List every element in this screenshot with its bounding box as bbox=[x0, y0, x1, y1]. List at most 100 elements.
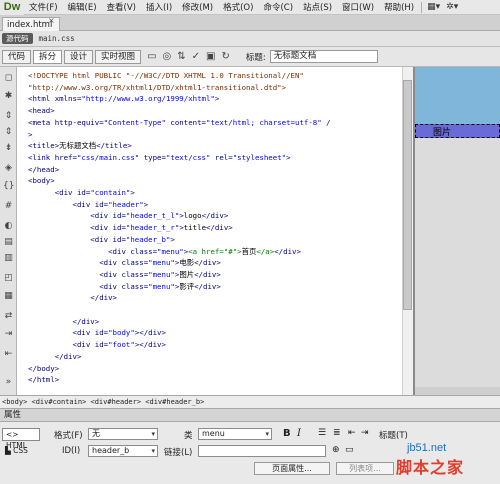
unordered-list-icon[interactable]: ☰ bbox=[318, 428, 326, 438]
file-management-icon[interactable]: ⇅ bbox=[177, 51, 185, 62]
menu-commands[interactable]: 命令(C) bbox=[258, 1, 298, 13]
remove-comment-icon[interactable]: ▥ bbox=[3, 253, 14, 263]
page-properties-button[interactable]: 页面属性... bbox=[254, 462, 330, 475]
title-prop-label: 标题(T) bbox=[379, 431, 408, 441]
design-menu-block[interactable] bbox=[415, 124, 500, 138]
multiscreen-icon[interactable]: ▭ bbox=[147, 51, 156, 62]
code-line[interactable]: <div id="header_b"> bbox=[28, 234, 175, 246]
code-line[interactable]: <body> bbox=[28, 175, 55, 187]
design-horizontal-scrollbar[interactable] bbox=[415, 387, 500, 395]
design-header-block[interactable] bbox=[415, 67, 500, 124]
code-line[interactable]: <meta http-equiv="Content-Type" content=… bbox=[28, 117, 331, 129]
code-scroll-thumb[interactable] bbox=[403, 80, 412, 310]
highlight-invalid-icon[interactable]: ◐ bbox=[3, 221, 14, 231]
menu-site[interactable]: 站点(S) bbox=[298, 1, 337, 13]
code-line[interactable]: <div id="header"> bbox=[28, 199, 149, 211]
apply-comment-icon[interactable]: ▤ bbox=[3, 237, 14, 247]
code-line[interactable]: <div id="contain"> bbox=[28, 187, 135, 199]
point-to-file-icon[interactable]: ⊕ bbox=[332, 445, 340, 455]
open-documents-icon[interactable]: ◻ bbox=[3, 73, 14, 83]
id-select[interactable]: header_b bbox=[88, 445, 158, 457]
code-line[interactable]: <head> bbox=[28, 105, 55, 117]
menu-modify[interactable]: 修改(M) bbox=[177, 1, 218, 13]
menu-file[interactable]: 文件(F) bbox=[24, 1, 63, 13]
refresh-icon[interactable]: ↻ bbox=[221, 51, 229, 62]
code-line[interactable]: <div id="header_t_l">logo</div> bbox=[28, 210, 228, 222]
show-code-navigator-icon[interactable]: ✱ bbox=[3, 91, 14, 101]
more-tools-icon[interactable]: » bbox=[3, 377, 14, 387]
watermark-text: 脚本之家 bbox=[396, 460, 465, 477]
code-line[interactable]: > bbox=[28, 129, 32, 141]
menu-help[interactable]: 帮助(H) bbox=[379, 1, 419, 13]
collapse-selection-icon[interactable]: ⇕ bbox=[3, 127, 14, 137]
menu-window[interactable]: 窗口(W) bbox=[337, 1, 379, 13]
gear-icon[interactable]: ✲▾ bbox=[443, 2, 461, 12]
code-line[interactable]: <div id="body"></div> bbox=[28, 327, 166, 339]
code-line[interactable]: </html> bbox=[28, 374, 59, 386]
design-menu-text: 图片 bbox=[433, 128, 452, 138]
tag-selector[interactable]: <body> <div#contain> <div#header> <div#h… bbox=[0, 395, 500, 409]
outdent-icon[interactable]: ⇤ bbox=[348, 428, 356, 438]
properties-panel-header[interactable]: 属性 bbox=[0, 409, 500, 422]
title-input[interactable]: 无标题文档 bbox=[269, 50, 378, 63]
code-line[interactable]: <div class="menu">图片</div> bbox=[28, 269, 221, 281]
code-line[interactable]: "http://www.w3.org/TR/xhtml1/DTD/xhtml1-… bbox=[28, 82, 286, 94]
id-value: header_b bbox=[92, 446, 130, 455]
move-css-icon[interactable]: ⇄ bbox=[3, 311, 14, 321]
line-numbers-icon[interactable]: # bbox=[3, 201, 14, 211]
design-view-button[interactable]: 设计 bbox=[64, 49, 94, 64]
source-code-button[interactable]: 源代码 bbox=[2, 33, 33, 44]
link-input[interactable] bbox=[198, 445, 326, 457]
wrap-tag-icon[interactable]: ◰ bbox=[3, 273, 14, 283]
live-view-button[interactable]: 实时视图 bbox=[95, 49, 142, 64]
code-line[interactable]: </body> bbox=[28, 363, 59, 375]
expand-all-icon[interactable]: ⇟ bbox=[3, 143, 14, 153]
code-line[interactable]: <div id="foot"></div> bbox=[28, 339, 166, 351]
css-properties-button[interactable]: ▙ CSS bbox=[2, 444, 40, 457]
code-line[interactable]: </div> bbox=[28, 292, 117, 304]
menu-format[interactable]: 格式(O) bbox=[218, 1, 258, 13]
select-parent-tag-icon[interactable]: ◈ bbox=[3, 163, 14, 173]
format-select[interactable]: 无 bbox=[88, 428, 158, 440]
code-line[interactable]: <div class="menu">电影</div> bbox=[28, 257, 221, 269]
code-line[interactable]: <link href="css/main.css" type="text/css… bbox=[28, 152, 291, 164]
preview-browser-icon[interactable]: ◎ bbox=[163, 51, 172, 62]
bold-icon[interactable]: B bbox=[283, 428, 291, 439]
visual-aids-icon[interactable]: ▣ bbox=[206, 51, 215, 62]
indent-code-icon[interactable]: ⇥ bbox=[3, 329, 14, 339]
recent-snippets-icon[interactable]: ▦ bbox=[3, 291, 14, 301]
close-icon[interactable]: × bbox=[48, 16, 55, 25]
format-label: 格式(F) bbox=[54, 431, 83, 441]
related-file-main-css[interactable]: main.css bbox=[39, 34, 75, 43]
balance-braces-icon[interactable]: {} bbox=[3, 181, 14, 191]
code-line[interactable]: <div id="header_t_r">title</div> bbox=[28, 222, 232, 234]
ordered-list-icon[interactable]: ≣ bbox=[333, 428, 341, 438]
html-properties-button[interactable]: <> HTML bbox=[2, 428, 40, 450]
menu-edit[interactable]: 编辑(E) bbox=[63, 1, 102, 13]
menu-view[interactable]: 查看(V) bbox=[102, 1, 141, 13]
outdent-code-icon[interactable]: ⇤ bbox=[3, 349, 14, 359]
menu-insert[interactable]: 插入(I) bbox=[141, 1, 177, 13]
collapse-tag-icon[interactable]: ⇕ bbox=[3, 111, 14, 121]
validate-icon[interactable]: ✓ bbox=[192, 51, 200, 62]
layout-icon[interactable]: ▦▾ bbox=[424, 2, 443, 12]
indent-icon[interactable]: ⇥ bbox=[361, 428, 369, 438]
watermark-url: jb51.net bbox=[407, 442, 447, 454]
code-line[interactable]: <!DOCTYPE html PUBLIC "-//W3C//DTD XHTML… bbox=[28, 70, 304, 82]
code-line[interactable]: <html xmlns="http://www.w3.org/1999/xhtm… bbox=[28, 93, 219, 105]
code-line[interactable]: </head> bbox=[28, 164, 59, 176]
design-body-area[interactable] bbox=[415, 138, 500, 395]
code-line[interactable]: </div> bbox=[28, 351, 82, 363]
class-select[interactable]: menu bbox=[198, 428, 272, 440]
browse-folder-icon[interactable]: ▭ bbox=[345, 445, 354, 455]
split-view-button[interactable]: 拆分 bbox=[33, 49, 63, 64]
code-view-button[interactable]: 代码 bbox=[2, 49, 32, 64]
code-line[interactable]: <title>无标题文档</title> bbox=[28, 140, 132, 152]
list-item-button[interactable]: 列表项... bbox=[336, 462, 394, 475]
code-line[interactable]: <div class="menu">影评</div> bbox=[28, 281, 221, 293]
code-line[interactable]: <div class="menu"><a href="#">首页</a></di… bbox=[28, 246, 301, 258]
document-toolbar: 代码 拆分 设计 实时视图 ▭ ◎ ⇅ ✓ ▣ ↻ 标题: 无标题文档 bbox=[0, 47, 500, 67]
code-editor[interactable]: <!DOCTYPE html PUBLIC "-//W3C//DTD XHTML… bbox=[17, 67, 413, 395]
italic-icon[interactable]: I bbox=[297, 428, 301, 439]
code-line[interactable]: </div> bbox=[28, 316, 100, 328]
